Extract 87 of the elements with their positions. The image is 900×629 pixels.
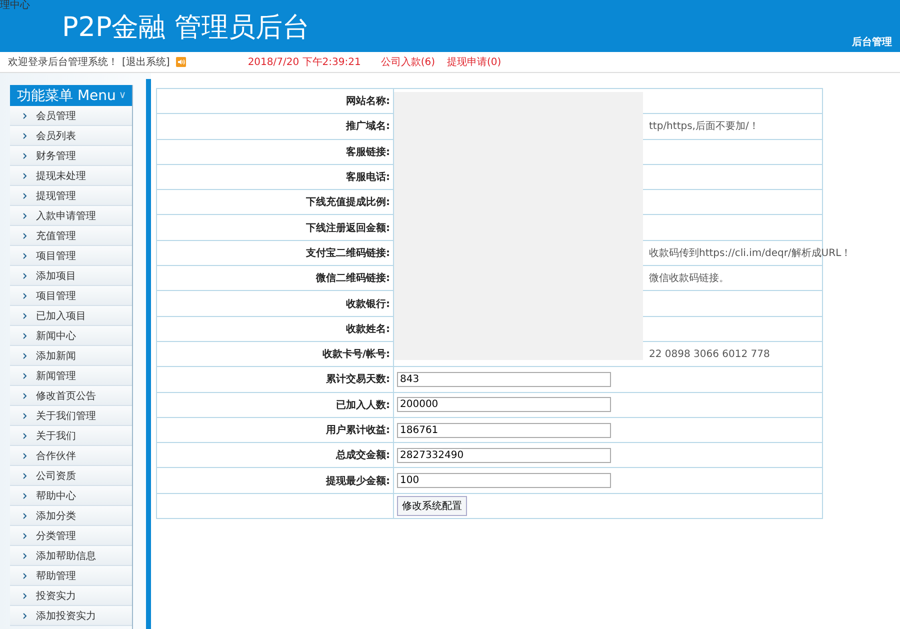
field-label: 总成交金额: — [336, 448, 390, 462]
field-label: 网站名称: — [346, 94, 390, 108]
chevron-icon — [23, 592, 27, 598]
menu-item[interactable]: 合作伙伴 — [10, 446, 132, 466]
input-field[interactable]: 200000 — [397, 397, 611, 412]
input-field[interactable]: 2827332490 — [397, 448, 611, 463]
field-label: 客服链接: — [346, 145, 390, 159]
field-label: 累计交易天数: — [326, 372, 390, 386]
menu-item[interactable]: 充值管理 — [10, 226, 132, 246]
chevron-icon — [23, 192, 27, 198]
input-field[interactable]: 843 — [397, 372, 611, 387]
hint-text: 微信收款码链接。 — [649, 272, 729, 286]
menu-item[interactable]: 添加新闻 — [10, 346, 132, 366]
menu-item[interactable]: 新闻中心 — [10, 326, 132, 346]
menu-item[interactable]: 会员管理 — [10, 106, 132, 126]
field-label: 用户累计收益: — [326, 423, 390, 437]
chevron-icon — [23, 572, 27, 578]
field-label: 收款姓名: — [346, 322, 390, 336]
menu-header: 功能菜单 Menu ∨ — [10, 85, 132, 106]
menu-item[interactable]: 修改首页公告 — [10, 386, 132, 406]
menu-item[interactable]: 会员列表 — [10, 126, 132, 146]
menu-item[interactable]: 项目管理 — [10, 286, 132, 306]
field-label: 提现最少金额: — [326, 474, 390, 488]
menu-item[interactable]: 关于我们管理 — [10, 406, 132, 426]
speaker-icon[interactable] — [176, 57, 186, 67]
field-label: 客服电话: — [346, 170, 390, 184]
chevron-icon — [23, 332, 27, 338]
chevron-icon — [23, 612, 27, 618]
chevron-icon — [23, 232, 27, 238]
chevron-icon — [23, 552, 27, 558]
deposits-link[interactable]: 公司入款(6) — [380, 55, 435, 69]
menu-item[interactable]: 公司资质 — [10, 466, 132, 486]
menu-item[interactable]: 入款申请管理 — [10, 206, 132, 226]
field-label: 支付宝二维码链接: — [306, 246, 390, 260]
menu-item[interactable]: 新闻管理 — [10, 366, 132, 386]
welcome-text: 欢迎登录后台管理系统！ — [8, 56, 118, 69]
chevron-icon — [23, 412, 27, 418]
hint-text: ttp/https,后面不要加/！ — [649, 120, 759, 134]
menu-item[interactable]: 分类管理 — [10, 526, 132, 546]
field-label: 下线充值提成比例: — [306, 195, 390, 210]
chevron-icon — [23, 492, 27, 498]
chevron-icon — [23, 112, 27, 118]
withdrawals-link[interactable]: 提现申请(0) — [447, 55, 502, 69]
menu-item[interactable]: 添加帮助信息 — [10, 546, 132, 566]
logout-link[interactable]: [退出系统] — [122, 55, 170, 69]
chevron-icon — [23, 312, 27, 318]
chevron-icon — [23, 292, 27, 298]
chevron-icon — [23, 512, 27, 518]
chevron-icon — [23, 532, 27, 538]
chevron-icon — [23, 132, 27, 138]
chevron-icon — [23, 252, 27, 258]
chevron-icon — [23, 272, 27, 278]
menu-item[interactable]: 提现管理 — [10, 186, 132, 206]
hint-text: 22 0898 3066 6012 778 — [649, 348, 770, 360]
field-label: 已加入人数: — [336, 398, 390, 412]
input-field[interactable]: 186761 — [397, 422, 611, 438]
hint-text: 收款码传到https://cli.im/deqr/解析成URL！ — [649, 246, 852, 260]
field-label: 微信二维码链接: — [316, 271, 390, 286]
chevron-icon — [23, 172, 27, 178]
field-label: 收款银行: — [346, 298, 390, 311]
site-title: P2P金融 管理员后台 — [62, 11, 310, 45]
field-label: 下线注册返回金额: — [306, 221, 390, 235]
save-config-button[interactable]: 修改系统配置 — [397, 496, 467, 516]
admin-link[interactable]: 后台管理 — [852, 35, 892, 49]
menu-item[interactable]: 添加分类 — [10, 506, 132, 526]
chevron-icon — [23, 452, 27, 458]
menu-item[interactable]: 帮助管理 — [10, 566, 132, 586]
menu-item[interactable]: 关于我们 — [10, 426, 132, 446]
chevron-icon — [23, 212, 27, 218]
menu-item[interactable]: 投资实力 — [10, 586, 132, 606]
chevron-icon — [23, 432, 27, 438]
chevron-icon — [23, 372, 27, 378]
menu-item[interactable]: 财务管理 — [10, 146, 132, 166]
menu-item[interactable]: 帮助中心 — [10, 486, 132, 506]
menu-item[interactable]: 提现未处理 — [10, 166, 132, 186]
menu-item[interactable]: 已加入项目 — [10, 306, 132, 326]
chevron-icon — [23, 472, 27, 478]
menu-item[interactable]: 添加项目 — [10, 266, 132, 286]
menu-item[interactable]: 项目管理 — [10, 246, 132, 266]
menu-item[interactable]: 添加投资实力 — [10, 606, 132, 626]
chevron-icon — [23, 152, 27, 158]
field-label: 推广域名: — [346, 119, 390, 134]
chevron-icon — [23, 392, 27, 398]
input-field[interactable]: 100 — [397, 473, 611, 488]
field-label: 收款卡号/帐号: — [322, 348, 390, 362]
datetime-text: 2018/7/20 下午2:39:21 — [248, 56, 361, 69]
chevron-icon — [23, 352, 27, 358]
